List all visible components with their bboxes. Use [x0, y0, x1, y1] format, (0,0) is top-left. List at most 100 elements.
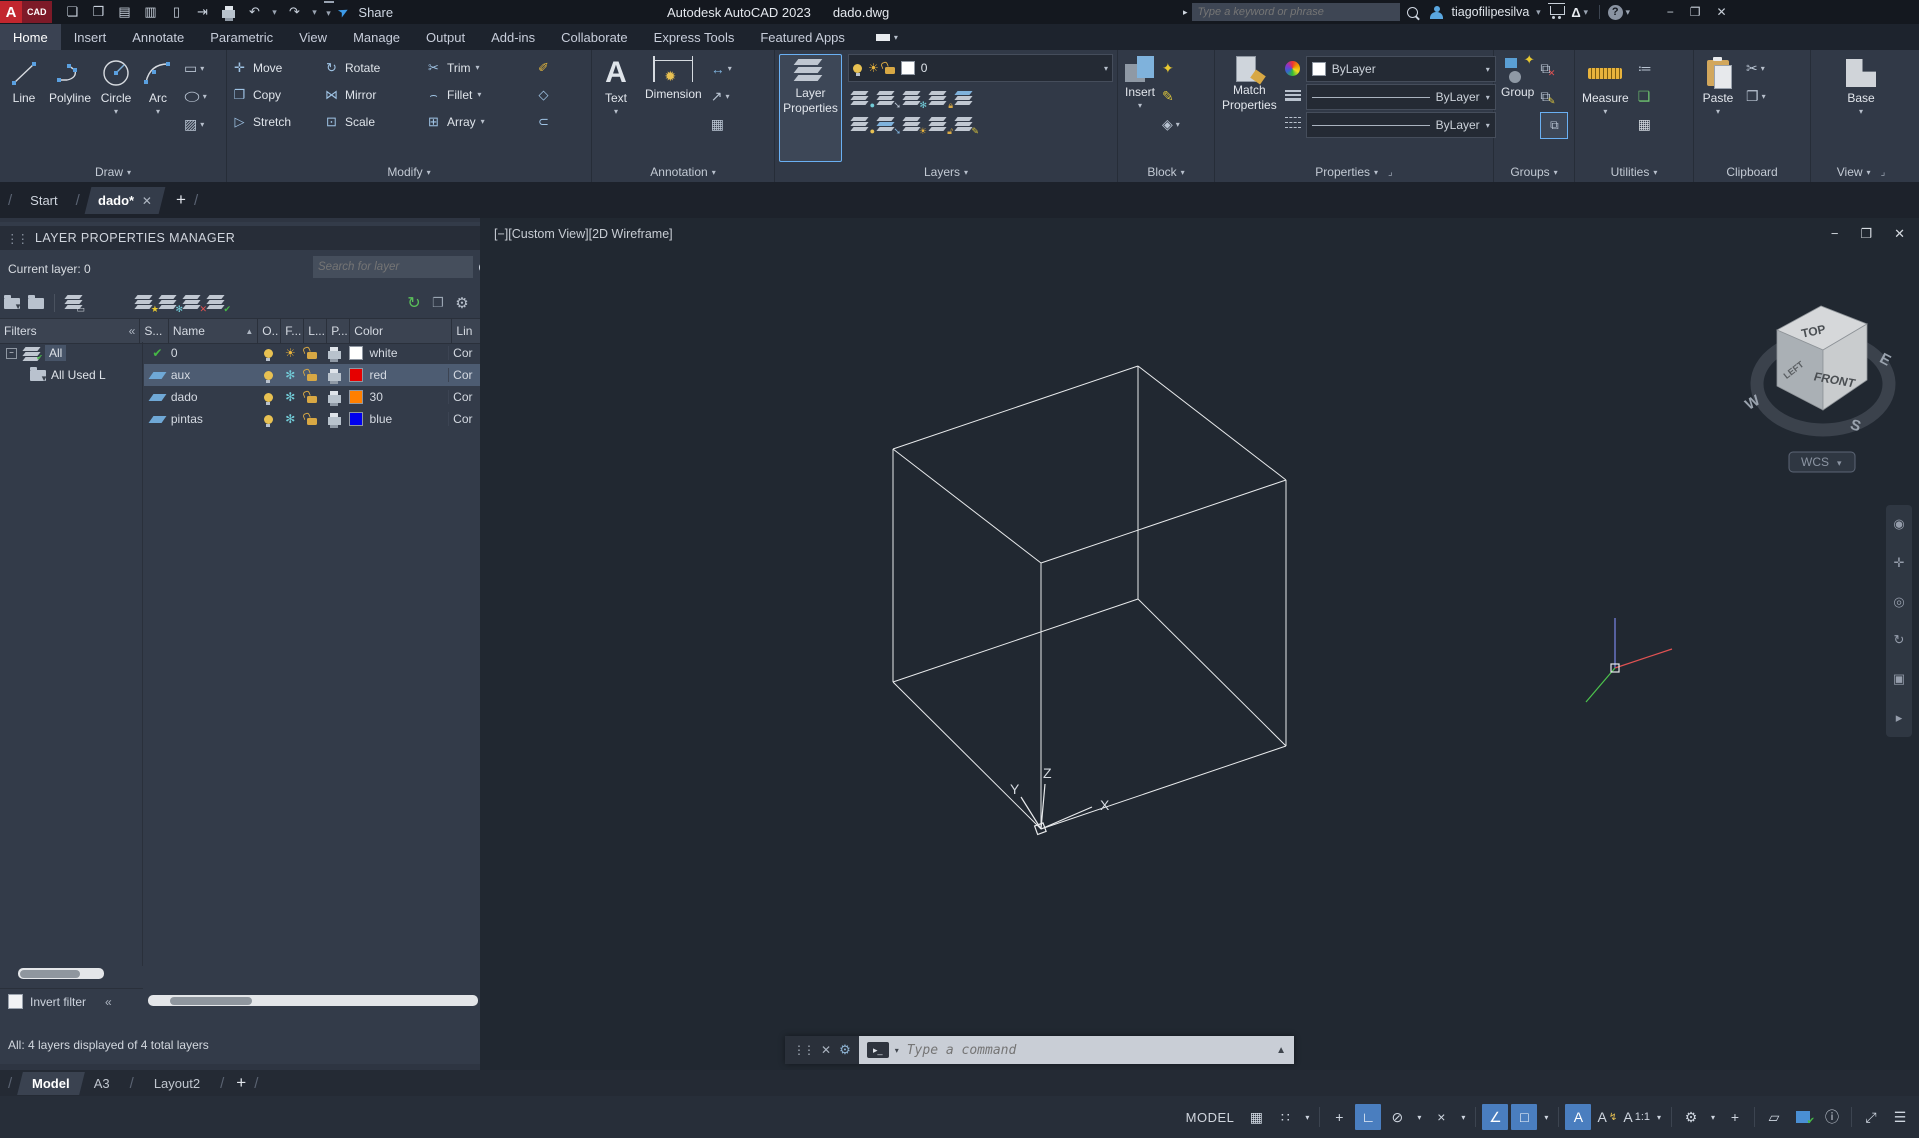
lock-icon[interactable] — [301, 413, 323, 425]
trim-dropdown[interactable]: ▾ — [476, 63, 480, 72]
layer-freeze-tool[interactable]: ✻ — [902, 90, 924, 108]
layer-dropdown[interactable]: ☀ 0 ▾ — [848, 54, 1113, 82]
match-properties-button[interactable]: Match Properties — [1219, 54, 1280, 162]
annotation-scale-dropdown[interactable]: ▾ — [1653, 1104, 1665, 1130]
ribbon-tab-output[interactable]: Output — [413, 24, 478, 50]
panel-label-groups[interactable]: Groups▾ — [1494, 162, 1574, 182]
annotation-visibility-toggle[interactable]: A — [1565, 1104, 1591, 1130]
open-file-icon[interactable]: ❒ — [88, 2, 110, 22]
on-icon[interactable] — [257, 371, 279, 380]
rectangle-dropdown[interactable]: ▾ — [200, 64, 204, 73]
arc-button[interactable]: Arc ▾ — [138, 54, 178, 162]
undo-button[interactable]: ↶ — [244, 2, 266, 22]
drawing-viewport[interactable]: [−][Custom View][2D Wireframe] − ❐ ✕ — [480, 218, 1919, 1070]
arc-dropdown[interactable]: ▾ — [156, 107, 160, 116]
layer-isolate-tool[interactable]: ➘ — [876, 90, 898, 108]
command-close-icon[interactable]: ✕ — [821, 1043, 831, 1057]
plot-icon[interactable] — [323, 347, 345, 359]
ribbon-tab-addins[interactable]: Add-ins — [478, 24, 548, 50]
graphics-performance-button[interactable] — [1790, 1104, 1816, 1130]
signed-in-user[interactable]: tiagofilipesilva — [1452, 5, 1530, 19]
lock-icon[interactable] — [301, 369, 323, 381]
column-plot[interactable]: P... — [327, 319, 350, 343]
view-dialog-launcher[interactable]: ⌟ — [1881, 167, 1886, 178]
tab-layout2[interactable]: Layout2 — [142, 1072, 212, 1095]
ribbon-tab-view[interactable]: View — [286, 24, 340, 50]
lock-ui-button[interactable]: ⓘ — [1819, 1104, 1845, 1130]
edit-attributes-icon[interactable]: ◈ — [1162, 116, 1173, 133]
object-color-dropdown[interactable]: ByLayer ▾ — [1306, 56, 1496, 82]
layer-match-tool[interactable]: ✎ — [954, 116, 976, 134]
attributes-dropdown[interactable]: ▾ — [1176, 120, 1180, 129]
quick-calculator-icon[interactable]: ▦ — [1638, 116, 1651, 133]
linetype-cell[interactable]: Cor — [448, 368, 480, 382]
linetype-dropdown[interactable]: ByLayer ▾ — [1306, 112, 1496, 138]
rotate-button[interactable]: ↻Rotate — [323, 54, 425, 81]
window-close-button[interactable]: ✕ — [1716, 5, 1726, 19]
create-block-icon[interactable]: ✦ — [1162, 60, 1174, 77]
ribbon-tab-express-tools[interactable]: Express Tools — [641, 24, 748, 50]
layer-search-input[interactable] — [313, 261, 479, 273]
polyline-button[interactable]: Polyline — [46, 54, 94, 162]
object-snap-toggle[interactable]: □ — [1511, 1104, 1537, 1130]
wcs-dropdown[interactable]: WCS ▾ — [1789, 452, 1855, 472]
gear-dropdown[interactable]: ▾ — [1707, 1104, 1719, 1130]
plot-icon[interactable] — [323, 391, 345, 403]
layer-row-pintas[interactable]: pintas ✻ blue Cor — [144, 408, 480, 430]
table-icon[interactable]: ▦ — [711, 116, 724, 133]
select-similar-icon[interactable]: ❏ — [1638, 88, 1651, 105]
copy-clip-icon[interactable]: ❐ — [1746, 88, 1759, 105]
array-button[interactable]: ⊞Array▾ — [425, 108, 535, 135]
quick-select-icon[interactable]: ≔ — [1638, 60, 1652, 77]
command-prompt-dropdown[interactable]: ▾ — [895, 1046, 899, 1055]
command-prompt-icon[interactable]: ▸_ — [867, 1042, 889, 1058]
on-icon[interactable] — [257, 349, 279, 358]
search-icon[interactable] — [1400, 7, 1426, 18]
annotation-scale-button[interactable]: A1:1 — [1623, 1104, 1650, 1130]
panel-label-properties[interactable]: Properties▾⌟ — [1215, 162, 1493, 182]
paste-dropdown[interactable]: ▾ — [1716, 107, 1720, 116]
layer-make-current-tool[interactable] — [954, 90, 976, 108]
plot-icon[interactable] — [323, 413, 345, 425]
lpm-title-bar[interactable]: ⋮⋮ LAYER PROPER​TIES MANAGER — [0, 226, 480, 250]
move-button[interactable]: ✛Move — [231, 54, 323, 81]
refresh-button[interactable]: ↻ — [402, 292, 426, 314]
tab-a3[interactable]: A3 — [82, 1072, 122, 1095]
osnap-dropdown[interactable]: ▾ — [1540, 1104, 1552, 1130]
group-edit-icon[interactable]: ⧉✎ — [1540, 88, 1550, 105]
base-button[interactable]: Base ▾ — [1841, 54, 1881, 162]
ellipse-tool-icon[interactable]: ◯ — [184, 91, 200, 103]
on-icon[interactable] — [257, 415, 279, 424]
column-on[interactable]: O.. — [258, 319, 281, 343]
column-color[interactable]: Color — [350, 319, 452, 343]
collapse-filters-icon[interactable]: « — [129, 324, 136, 338]
ribbon-tab-parametric[interactable]: Parametric — [197, 24, 286, 50]
qat-customize-dropdown[interactable]: ▾ — [324, 1, 334, 24]
app-store-cart-icon[interactable] — [1543, 10, 1571, 15]
edit-block-icon[interactable]: ✎ — [1162, 88, 1174, 105]
delete-layer-button[interactable]: ✕ — [181, 292, 205, 314]
model-space-indicator[interactable]: MODEL — [1186, 1110, 1235, 1125]
freeze-icon[interactable]: ☀ — [279, 346, 301, 360]
customization-menu-button[interactable]: ☰ — [1887, 1104, 1913, 1130]
leader-dropdown[interactable]: ▾ — [725, 92, 729, 101]
panel-label-block[interactable]: Block▾ — [1118, 162, 1214, 182]
copy-button[interactable]: ❐Copy — [231, 81, 323, 108]
filter-all[interactable]: − ✔ All — [0, 342, 142, 364]
freeze-icon[interactable]: ✻ — [279, 368, 301, 382]
new-layer-vp-frozen-button[interactable]: ✻ — [157, 292, 181, 314]
layer-states-manager-button[interactable]: ▭ — [61, 292, 85, 314]
explode-button[interactable]: ◇ — [535, 81, 569, 108]
text-dropdown[interactable]: ▾ — [614, 107, 618, 116]
collapse-node-icon[interactable]: − — [6, 348, 17, 359]
layer-lock-tool[interactable]: 🔒︎ — [928, 90, 950, 108]
freeze-icon[interactable]: ✻ — [279, 412, 301, 426]
snap-mode-toggle[interactable]: ∷ — [1272, 1104, 1298, 1130]
layer-list-scrollbar[interactable] — [148, 995, 478, 1006]
share-button[interactable]: Share — [358, 5, 393, 20]
clean-screen-button[interactable]: ⤢ — [1858, 1104, 1884, 1130]
hatch-tool-icon[interactable]: ▨ — [184, 116, 197, 133]
layer-search-box[interactable] — [313, 256, 473, 278]
new-layer-button[interactable]: ★ — [133, 292, 157, 314]
filters-scrollbar[interactable] — [18, 968, 104, 979]
